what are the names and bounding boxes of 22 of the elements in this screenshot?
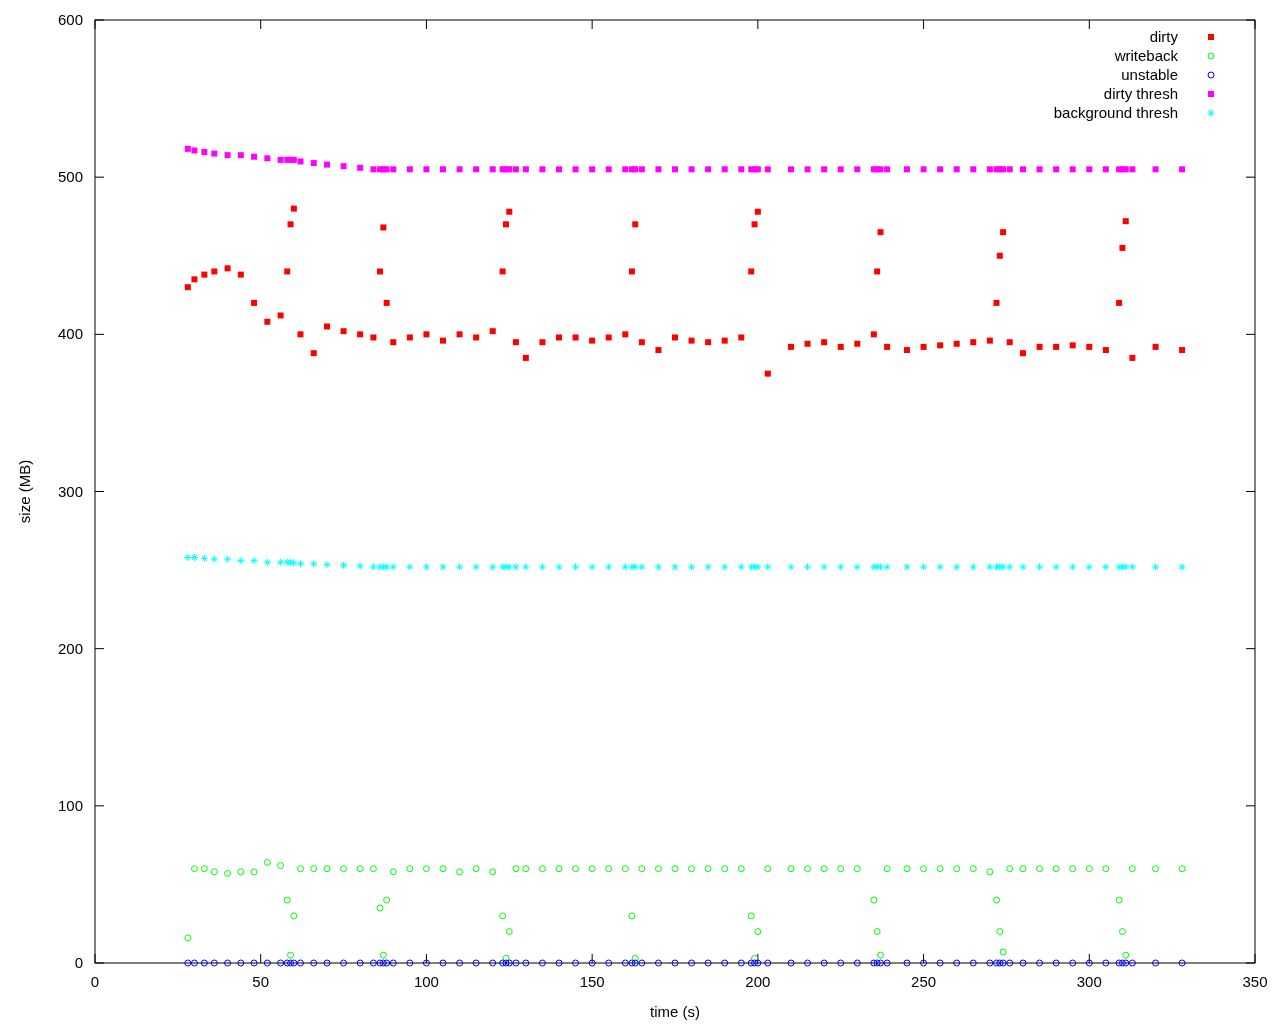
tick-label: 0 <box>90 973 100 990</box>
tick-label: 250 <box>911 973 937 990</box>
legend-label: writeback <box>1114 47 1178 64</box>
tick-label: 50 <box>252 973 270 990</box>
tick-label: 100 <box>57 796 83 814</box>
tick-label: 350 <box>1242 973 1268 990</box>
tick-label: 200 <box>57 639 83 657</box>
legend-label: dirty thresh <box>1103 85 1178 102</box>
axis-label: time (s) <box>650 1003 700 1020</box>
legend-label: unstable <box>1121 66 1178 83</box>
tick-label: 100 <box>413 973 439 990</box>
tick-label: 500 <box>57 168 83 186</box>
legend-label: background thresh <box>1053 104 1178 121</box>
axis-label: size (MB) <box>16 459 33 524</box>
tick-label: 150 <box>579 973 605 990</box>
legend-label: dirty <box>1149 28 1178 45</box>
tick-label: 0 <box>74 954 83 971</box>
tick-label: 300 <box>57 482 83 500</box>
tick-label: 300 <box>1076 973 1102 990</box>
tick-label: 400 <box>57 325 83 343</box>
tick-label: 600 <box>57 11 83 28</box>
tick-label: 200 <box>745 973 771 990</box>
